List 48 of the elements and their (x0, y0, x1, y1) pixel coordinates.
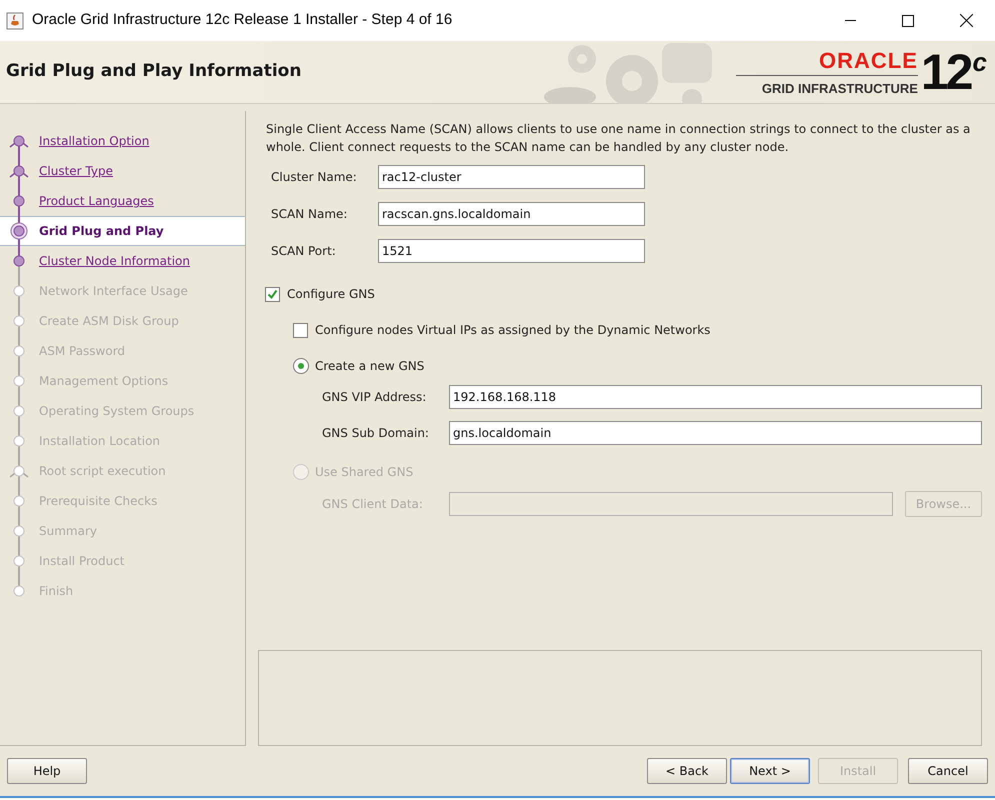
radio-label: Create a new GNS (315, 358, 424, 375)
radio-button[interactable] (293, 358, 309, 374)
step-label: Prerequisite Checks (39, 493, 158, 510)
checkbox[interactable] (265, 286, 280, 302)
wizard-button[interactable]: < Back (647, 758, 727, 784)
step-label: Network Interface Usage (39, 283, 188, 300)
step-label: Install Product (39, 553, 124, 570)
window-title: Oracle Grid Infrastructure 12c Release 1 Installer - Step 4 of 16 (32, 10, 452, 30)
description-text: Single Client Access Name (SCAN) allows clients to use one name in connection strings to connect to the cluster as a whole. Client connect requests to the SCAN name can be handled by any cluster node. (265, 121, 972, 156)
step-link[interactable]: Product Languages (39, 192, 154, 210)
step-link[interactable]: Cluster Type (39, 162, 113, 180)
field-label: Cluster Name: (271, 169, 358, 186)
field-label: GNS Sub Domain: (322, 425, 430, 442)
field-label: SCAN Name: (271, 206, 348, 223)
step-label: ASM Password (39, 343, 126, 360)
wizard-button[interactable]: Cancel (908, 758, 988, 784)
step-label: Management Options (39, 373, 168, 390)
maximize-icon (902, 14, 914, 26)
version-suffix: c (972, 49, 987, 75)
step-label: Grid Plug and Play (39, 223, 164, 240)
field-label: SCAN Port: (271, 243, 337, 260)
wizard-button[interactable]: Next > (730, 758, 810, 784)
app-icon (6, 12, 24, 30)
step-link[interactable]: Cluster Node Information (39, 252, 190, 270)
checkbox[interactable] (293, 322, 308, 338)
checkbox-label: Configure nodes Virtual IPs as assigned by the Dynamic Networks (315, 322, 710, 339)
text-field[interactable]: gns.localdomain (449, 421, 982, 445)
field-label: GNS VIP Address: (322, 389, 428, 406)
product-name: GRID INFRASTRUCTURE (762, 80, 918, 94)
step-label: Create ASM Disk Group (39, 313, 179, 330)
text-field[interactable]: racscan.gns.localdomain (378, 202, 645, 226)
close-icon (960, 14, 972, 27)
field-label: GNS Client Data: (322, 496, 424, 513)
step-label: Installation Location (39, 433, 160, 450)
step-label: Finish (39, 583, 74, 600)
step-label: Operating System Groups (39, 403, 194, 420)
oracle-brand: ORACLE (736, 50, 918, 76)
text-field[interactable]: rac12-cluster (378, 165, 645, 189)
checkbox-label: Configure GNS (287, 286, 375, 303)
text-field[interactable]: 1521 (378, 239, 645, 263)
step-label: Summary (39, 523, 97, 540)
wizard-button[interactable]: Help (7, 758, 87, 784)
version-label: 12 (920, 47, 971, 97)
step-label: Root script execution (39, 463, 166, 480)
page-title: Grid Plug and Play Information (6, 60, 302, 84)
text-field[interactable]: 192.168.168.118 (449, 385, 982, 409)
step-link[interactable]: Installation Option (39, 132, 150, 150)
radio-label: Use Shared GNS (315, 464, 414, 481)
